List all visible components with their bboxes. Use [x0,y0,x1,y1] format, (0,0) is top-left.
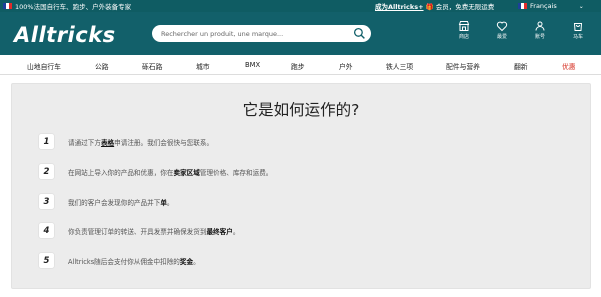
step-text-post: 。 [232,227,240,236]
step-text-post: 。 [166,198,174,207]
expert-tagline: 100%法国自行车、跑步、户外装备专家 [15,3,132,11]
step-text-pre: 我们的客户会发现你的产品并下 [68,198,161,207]
how-it-works-card: 它是如何运作的? 1 请通过下方表格申请注册。我们会很快与您联系。 2 在网站上… [11,83,591,289]
store-button[interactable]: 商店 [450,20,478,40]
category-nav: 山地自行车 公路 砾石路 城市 BMX 跑步 户外 铁人三项 配件与营养 翻新 … [0,55,601,75]
account-label: 账号 [534,34,545,40]
french-flag-icon [518,3,527,9]
search-icon[interactable] [353,27,366,40]
step-text: 我们的客户会发现你的产品并下单。 [68,197,174,207]
step-number: 1 [39,134,54,149]
cart-label: 马车 [572,34,583,40]
nav-item-deals[interactable]: 优惠 [562,61,576,71]
membership-promo[interactable]: 成为Alltricks+ 🎁 会员，免费无限运费 [375,1,494,11]
nav-item-city[interactable]: 城市 [196,61,210,71]
nav-item-bmx[interactable]: BMX [245,61,260,69]
cart-button[interactable]: 马车 [564,20,592,40]
nav-item-accessories[interactable]: 配件与营养 [446,61,480,71]
account-icon [535,21,545,31]
favorites-label: 最爱 [496,34,507,40]
nav-item-road[interactable]: 公路 [95,61,109,71]
step-text: 在网站上导入你的产品和优惠，你在卖家区域管理价格、库存和运费。 [68,167,272,177]
step-text-pre: 你负责管理订单的转送、开具发票并确保发货到 [68,227,207,236]
step-2: 2 在网站上导入你的产品和优惠，你在卖家区域管理价格、库存和运费。 [39,164,272,179]
nav-item-mtb[interactable]: 山地自行车 [27,61,61,71]
bonus-text: 奖金 [179,257,194,266]
step-3: 3 我们的客户会发现你的产品并下单。 [39,194,174,209]
store-icon [458,21,470,31]
nav-item-gravel[interactable]: 砾石路 [142,61,162,71]
step-number: 2 [39,164,54,179]
step-number: 4 [39,223,54,238]
step-text-post: 。 [193,257,200,266]
cart-icon [573,23,583,31]
membership-text: 会员，免费无限运费 [435,3,495,11]
top-left: 100%法国自行车、跑步、户外装备专家 [3,1,131,11]
membership-link[interactable]: 成为Alltricks+ [375,3,424,11]
chevron-down-icon: ⌄ [578,2,584,10]
form-link[interactable]: 表格 [101,139,114,147]
nav-item-triathlon[interactable]: 铁人三项 [386,61,413,71]
step-text-pre: 请通过下方 [68,138,101,147]
step-text-post: 申请注册。我们会很快与您联系。 [114,138,214,147]
step-text: 请通过下方表格申请注册。我们会很快与您联系。 [68,137,213,147]
french-flag-icon [3,3,12,9]
step-4: 4 你负责管理订单的转送、开具发票并确保发货到最终客户。 [39,223,239,238]
step-number: 3 [39,194,54,209]
alltricks-logo[interactable]: Alltricks [14,23,116,47]
step-text: 你负责管理订单的转送、开具发票并确保发货到最终客户。 [68,226,239,236]
nav-item-outdoor[interactable]: 户外 [339,61,353,71]
top-promo-bar: 100%法国自行车、跑步、户外装备专家 成为Alltricks+ 🎁 会员，免费… [0,0,601,12]
step-text: Alltricks随后会支付你从佣金中扣除的奖金。 [68,256,200,266]
account-button[interactable]: 账号 [526,20,554,40]
order-text: 单 [160,198,167,207]
language-label: Français [530,2,557,10]
favorites-button[interactable]: 最爱 [488,20,516,40]
step-1: 1 请通过下方表格申请注册。我们会很快与您联系。 [39,134,213,149]
nav-item-running[interactable]: 跑步 [291,61,305,71]
search-input[interactable]: Rechercher un produit, une marque... [161,30,283,38]
step-text-pre: 在网站上导入你的产品和优惠，你在 [68,168,174,177]
nav-item-refurbished[interactable]: 翻新 [514,61,528,71]
step-5: 5 Alltricks随后会支付你从佣金中扣除的奖金。 [39,253,200,268]
search-bar[interactable]: Rechercher un produit, une marque... [152,25,371,42]
site-header: Alltricks Rechercher un produit, une mar… [0,12,601,55]
step-text-pre: Alltricks随后会支付你从佣金中扣除的 [68,257,180,266]
language-selector[interactable]: Français ⌄ [518,2,584,10]
seller-area-text: 卖家区域 [173,168,200,177]
header-icons: 商店 最爱 账号 马车 [450,20,601,40]
step-number: 5 [39,253,54,268]
store-label: 商店 [458,34,469,40]
gift-icon: 🎁 [425,3,434,11]
step-text-post: 管理价格、库存和运费。 [199,168,273,177]
end-customer-text: 最终客户 [206,227,233,236]
heart-icon [496,21,508,32]
page-title: 它是如何运作的? [242,101,360,119]
